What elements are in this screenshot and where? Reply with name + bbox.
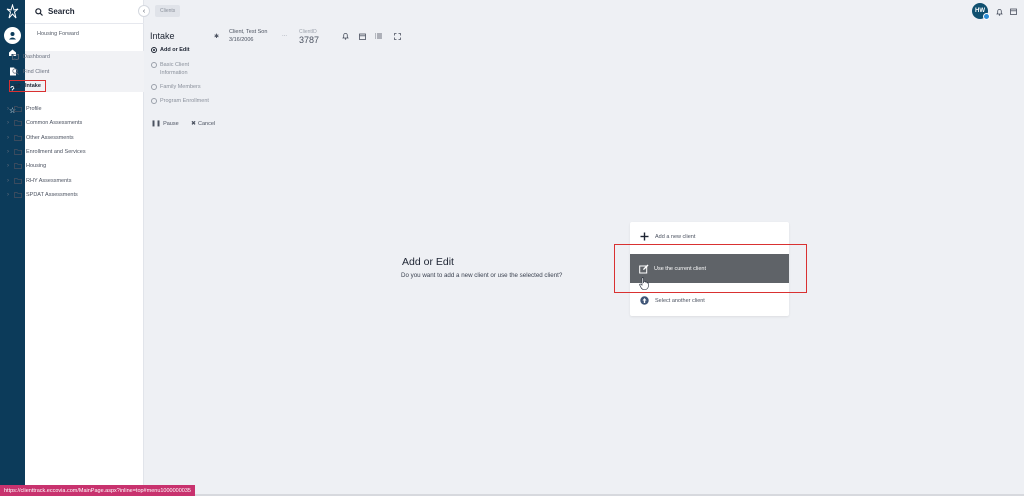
nav-item-find-client[interactable]: Find Client bbox=[12, 68, 49, 75]
bell-icon[interactable] bbox=[995, 7, 1004, 16]
arrow-up-circle-icon bbox=[639, 296, 649, 306]
tree-item-label: RHY Assessments bbox=[26, 178, 72, 184]
client-name: Client, Test Son bbox=[229, 29, 268, 35]
search-icon bbox=[35, 7, 43, 16]
nav-item-label: Intake bbox=[25, 83, 41, 89]
step-basic-client-information[interactable]: Basic Client Information bbox=[151, 61, 189, 77]
pause-label: Pause bbox=[163, 120, 179, 127]
status-url: https://clienttrack.eccovia.com/MainPage… bbox=[0, 485, 195, 496]
option-label: Select another client bbox=[655, 297, 705, 304]
step-label-line2: Information bbox=[160, 70, 188, 76]
client-more-button[interactable]: ... bbox=[282, 32, 287, 38]
map-icon bbox=[12, 54, 19, 60]
step-radio bbox=[151, 84, 157, 90]
option-label: Add a new client bbox=[655, 233, 696, 240]
chevron-right-icon: › bbox=[7, 163, 9, 169]
tree-item-rhy-assessments[interactable]: › RHY Assessments bbox=[7, 178, 71, 184]
step-radio bbox=[151, 62, 157, 68]
tree-item-label: SPDAT Assessments bbox=[26, 192, 78, 198]
client-id-value: 3787 bbox=[299, 35, 320, 45]
chevron-right-icon: › bbox=[7, 135, 9, 141]
tree-item-enrollment-and-services[interactable]: › Enrollment and Services bbox=[7, 149, 86, 155]
tree-item-label: Common Assessments bbox=[26, 120, 83, 126]
tree-item-housing[interactable]: › Housing bbox=[7, 163, 46, 169]
nav-item-intake[interactable]: Intake bbox=[9, 80, 46, 92]
step-add-or-edit[interactable]: Add or Edit bbox=[151, 46, 190, 54]
client-info: Client, Test Son 3/16/2006 bbox=[229, 29, 267, 44]
tree-item-label: Other Assessments bbox=[26, 135, 74, 141]
chevron-right-icon: › bbox=[7, 149, 9, 155]
add-new-client-option[interactable]: Add a new client bbox=[630, 230, 789, 243]
tree-item-label: Housing bbox=[26, 163, 47, 169]
nav-item-dashboard[interactable]: Dashboard bbox=[12, 54, 50, 60]
tree-item-label: Enrollment and Services bbox=[26, 149, 86, 155]
pause-button[interactable]: ❚❚ Pause bbox=[151, 120, 179, 128]
step-label: Add or Edit bbox=[160, 47, 190, 53]
user-circle-icon[interactable] bbox=[4, 27, 21, 44]
cancel-button[interactable]: ✖ Cancel bbox=[191, 120, 216, 128]
cancel-label: Cancel bbox=[198, 120, 216, 127]
close-icon: ✖ bbox=[191, 121, 197, 127]
client-dob: 3/16/2006 bbox=[229, 36, 254, 43]
folder-icon bbox=[14, 149, 22, 155]
collapse-panel-button[interactable]: ‹ bbox=[138, 5, 150, 17]
tree-item-spdat-assessments[interactable]: › SPDAT Assessments bbox=[7, 192, 78, 198]
folder-icon bbox=[14, 178, 22, 184]
search-label: Search bbox=[48, 7, 75, 16]
chevron-right-icon: › bbox=[7, 192, 9, 198]
tree-item-label: Profile bbox=[26, 106, 42, 112]
nav-item-label: Dashboard bbox=[23, 54, 50, 60]
cloud-icon bbox=[983, 13, 990, 20]
step-label: Program Enrollment bbox=[160, 98, 209, 104]
chevron-left-icon: ‹ bbox=[142, 7, 146, 15]
workflow-title: Intake bbox=[150, 31, 175, 41]
folder-icon bbox=[14, 192, 22, 198]
expand-icon[interactable] bbox=[393, 32, 401, 40]
search-icon bbox=[12, 68, 19, 75]
chevron-right-icon: › bbox=[7, 178, 9, 184]
folder-icon bbox=[14, 163, 22, 169]
pause-icon: ❚❚ bbox=[151, 121, 162, 127]
step-label: Family Members bbox=[160, 84, 201, 90]
organization-name: Housing Forward bbox=[37, 31, 79, 37]
chevron-right-icon: › bbox=[7, 120, 9, 126]
tree-item-other-assessments[interactable]: › Other Assessments bbox=[7, 135, 74, 141]
folder-icon bbox=[14, 120, 22, 126]
folder-icon bbox=[14, 106, 22, 112]
step-radio bbox=[151, 47, 157, 53]
search-bar[interactable]: Search bbox=[25, 0, 144, 24]
hand-cursor-icon bbox=[639, 277, 649, 290]
chevron-right-icon: › bbox=[7, 106, 9, 112]
select-another-client-option[interactable]: Select another client bbox=[630, 294, 789, 307]
logo-icon[interactable] bbox=[5, 3, 20, 19]
folder-icon bbox=[14, 135, 22, 141]
plus-icon bbox=[639, 232, 649, 242]
page-subtitle: Do you want to add a new client or use t… bbox=[401, 272, 563, 279]
avatar[interactable]: HW bbox=[972, 3, 990, 20]
swap-icon bbox=[13, 83, 21, 89]
page-title: Add or Edit bbox=[402, 256, 454, 268]
step-program-enrollment[interactable]: Program Enrollment bbox=[151, 97, 209, 105]
bell-icon[interactable] bbox=[341, 32, 349, 40]
pin-icon[interactable]: ✱ bbox=[214, 33, 219, 40]
tree-item-common-assessments[interactable]: › Common Assessments bbox=[7, 120, 82, 126]
step-family-members[interactable]: Family Members bbox=[151, 83, 201, 91]
nav-item-label: Find Client bbox=[23, 68, 50, 75]
tree-item-profile[interactable]: › Profile bbox=[7, 106, 42, 112]
step-radio bbox=[151, 98, 157, 104]
list-icon[interactable] bbox=[374, 32, 382, 40]
calendar-icon[interactable] bbox=[358, 32, 366, 40]
breadcrumb[interactable]: Clients bbox=[155, 5, 181, 17]
calendar-icon[interactable] bbox=[1009, 7, 1018, 16]
step-label: Basic Client bbox=[160, 62, 190, 68]
